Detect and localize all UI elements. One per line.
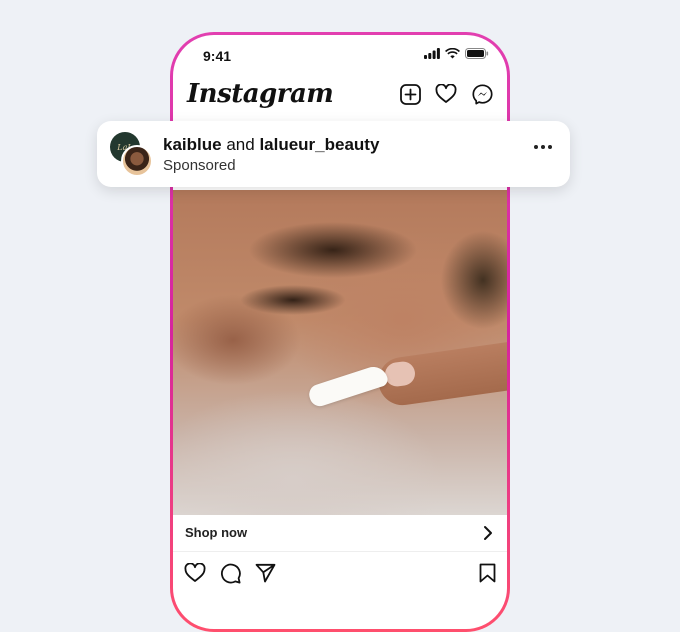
status-icons <box>424 48 489 59</box>
creator-avatar[interactable] <box>121 145 153 177</box>
like-button[interactable] <box>183 561 207 585</box>
new-post-icon <box>399 83 421 105</box>
save-button[interactable] <box>475 561 499 585</box>
status-bar: 9:41 <box>173 35 507 77</box>
share-button[interactable] <box>253 561 277 585</box>
cream-shape <box>306 363 390 409</box>
shop-now-label: Shop now <box>185 525 248 540</box>
post-image[interactable] <box>173 190 507 515</box>
more-options-button[interactable] <box>534 145 552 149</box>
status-time: 9:41 <box>203 48 232 64</box>
bookmark-icon <box>479 563 495 583</box>
post-authors: kaiblue and lalueur_beauty <box>163 135 379 155</box>
heart-icon <box>435 84 457 103</box>
more-icon <box>534 145 552 149</box>
author-partner-link[interactable]: lalueur_beauty <box>259 135 379 154</box>
signal-icon <box>424 48 440 59</box>
post-actions <box>173 557 507 587</box>
instagram-logo[interactable]: Instagram <box>187 79 334 109</box>
author-primary-link[interactable]: kaiblue <box>163 135 222 154</box>
chevron-right-icon <box>484 526 492 540</box>
comment-icon <box>220 563 241 583</box>
messenger-button[interactable] <box>471 83 493 105</box>
shop-now-bar[interactable]: Shop now <box>173 515 507 552</box>
wifi-icon <box>445 48 460 59</box>
sponsored-label: Sponsored <box>163 157 236 174</box>
messenger-icon <box>471 83 493 104</box>
share-icon <box>255 563 275 583</box>
new-post-button[interactable] <box>399 83 421 105</box>
battery-icon <box>465 48 489 59</box>
comment-button[interactable] <box>218 561 242 585</box>
notifications-button[interactable] <box>435 83 457 105</box>
header-actions <box>399 83 493 105</box>
app-header: Instagram <box>173 77 507 117</box>
author-connector: and <box>226 135 255 154</box>
sponsored-post-header[interactable]: LaL kaiblue and lalueur_beauty Sponsored <box>97 121 570 187</box>
like-icon <box>184 563 206 582</box>
